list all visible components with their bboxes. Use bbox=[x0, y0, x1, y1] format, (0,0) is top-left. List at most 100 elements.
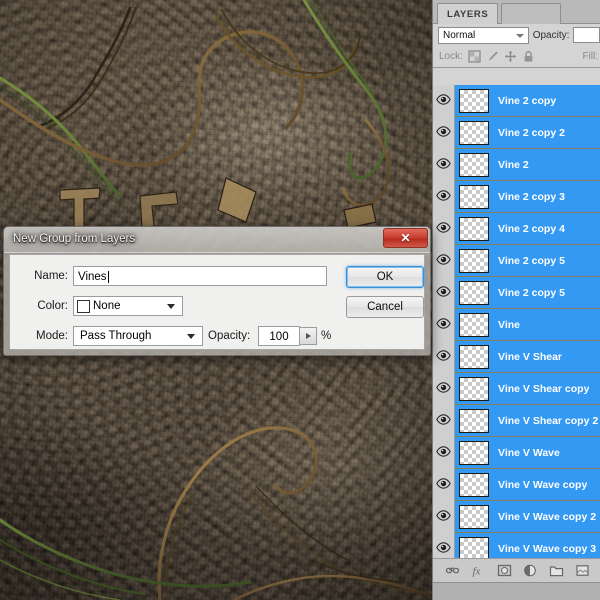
layer-row[interactable]: Vine 2 copy 5 bbox=[433, 276, 600, 309]
layer-row[interactable]: Vine V Shear copy 2 bbox=[433, 404, 600, 437]
layer-thumbnail[interactable] bbox=[459, 120, 489, 145]
layer-thumbnail[interactable] bbox=[459, 440, 489, 465]
dialog-opacity-value: 100 bbox=[269, 331, 289, 343]
eye-icon bbox=[436, 93, 451, 108]
dialog-title-bar[interactable]: New Group from Layers ✕ bbox=[4, 227, 430, 253]
layer-visibility-toggle[interactable] bbox=[433, 276, 455, 309]
layer-visibility-toggle[interactable] bbox=[433, 85, 455, 117]
ok-button[interactable]: OK bbox=[346, 266, 424, 288]
lock-label: Lock: bbox=[439, 51, 463, 62]
add-layer-mask-icon[interactable] bbox=[497, 563, 512, 578]
layer-name: Vine 2 copy bbox=[498, 94, 557, 107]
panel-opacity-input[interactable] bbox=[573, 27, 600, 43]
mode-label: Mode: bbox=[36, 330, 68, 342]
lock-image-pixels-brush-icon[interactable] bbox=[486, 50, 499, 63]
blend-mode-select[interactable]: Normal bbox=[438, 26, 529, 44]
layer-visibility-toggle[interactable] bbox=[433, 308, 455, 341]
blend-mode-value: Normal bbox=[443, 29, 476, 41]
layer-visibility-toggle[interactable] bbox=[433, 436, 455, 469]
layer-thumbnail[interactable] bbox=[459, 280, 489, 305]
layer-visibility-toggle[interactable] bbox=[433, 468, 455, 501]
layers-panel-footer: fx bbox=[433, 558, 600, 582]
panel-tab-bar: LAYERS bbox=[433, 0, 600, 24]
layer-thumbnail[interactable] bbox=[459, 504, 489, 529]
layer-name: Vine V Wave copy 2 bbox=[498, 510, 597, 523]
layer-thumbnail[interactable] bbox=[459, 184, 489, 209]
lock-position-move-icon[interactable] bbox=[504, 50, 517, 63]
layer-thumbnail[interactable] bbox=[459, 536, 489, 558]
layer-thumbnail[interactable] bbox=[459, 408, 489, 433]
layer-visibility-toggle[interactable] bbox=[433, 340, 455, 373]
tab-adjacent-placeholder[interactable] bbox=[501, 3, 562, 24]
layer-row[interactable]: Vine 2 copy 2 bbox=[433, 116, 600, 149]
close-icon[interactable]: ✕ bbox=[383, 228, 428, 248]
layer-row[interactable]: Vine 2 copy 4 bbox=[433, 212, 600, 245]
layer-row[interactable]: Vine 2 copy 3 bbox=[433, 180, 600, 213]
layer-visibility-toggle[interactable] bbox=[433, 148, 455, 181]
color-label: Color: bbox=[37, 300, 68, 312]
dialog-body: Name: Vines Color: None Mode: Pass Throu… bbox=[9, 254, 425, 350]
new-group-from-layers-dialog: New Group from Layers ✕ Name: Vines Colo… bbox=[3, 226, 431, 356]
tab-layers[interactable]: LAYERS bbox=[437, 3, 499, 24]
blend-mode-row: Normal Opacity: bbox=[433, 24, 600, 46]
text-caret bbox=[107, 271, 109, 283]
opacity-stepper-icon[interactable] bbox=[300, 327, 317, 345]
group-mode-value: Pass Through bbox=[80, 330, 152, 342]
layer-visibility-toggle[interactable] bbox=[433, 116, 455, 149]
layer-row[interactable]: Vine V Wave bbox=[433, 436, 600, 469]
eye-icon bbox=[436, 285, 451, 300]
layer-thumbnail[interactable] bbox=[459, 344, 489, 369]
layer-row[interactable]: Vine V Wave copy 2 bbox=[433, 500, 600, 533]
new-adjustment-layer-icon[interactable] bbox=[523, 563, 538, 578]
layer-thumbnail[interactable] bbox=[459, 248, 489, 273]
name-label: Name: bbox=[34, 270, 68, 282]
lock-all-icon[interactable] bbox=[522, 50, 535, 63]
fill-label: Fill: bbox=[582, 51, 598, 62]
layer-styles-fx-icon[interactable]: fx bbox=[471, 563, 486, 578]
lock-transparent-pixels-icon[interactable] bbox=[468, 50, 481, 63]
layer-row[interactable]: Vine 2 bbox=[433, 148, 600, 181]
layer-name: Vine V Wave copy 3 bbox=[498, 542, 597, 555]
layer-visibility-toggle[interactable] bbox=[433, 372, 455, 405]
lock-row: Lock: Fill: bbox=[433, 46, 600, 68]
eye-icon bbox=[436, 349, 451, 364]
group-mode-select[interactable]: Pass Through bbox=[73, 326, 203, 346]
layer-row[interactable]: Vine bbox=[433, 308, 600, 341]
layer-row[interactable]: Vine V Shear copy bbox=[433, 372, 600, 405]
chevron-down-icon bbox=[515, 33, 524, 38]
layer-visibility-toggle[interactable] bbox=[433, 532, 455, 558]
layer-row[interactable]: Vine V Wave copy bbox=[433, 468, 600, 501]
eye-icon bbox=[436, 189, 451, 204]
link-layers-icon[interactable] bbox=[445, 563, 460, 578]
layer-thumbnail[interactable] bbox=[459, 312, 489, 337]
layer-thumbnail[interactable] bbox=[459, 376, 489, 401]
layer-thumbnail[interactable] bbox=[459, 152, 489, 177]
layer-thumbnail[interactable] bbox=[459, 472, 489, 497]
layer-row[interactable]: Vine 2 copy bbox=[433, 85, 600, 117]
layer-name: Vine 2 copy 5 bbox=[498, 254, 565, 267]
layer-visibility-toggle[interactable] bbox=[433, 244, 455, 277]
layer-name: Vine 2 copy 2 bbox=[498, 126, 565, 139]
group-name-input[interactable]: Vines bbox=[73, 266, 327, 286]
layer-visibility-toggle[interactable] bbox=[433, 404, 455, 437]
layer-visibility-toggle[interactable] bbox=[433, 180, 455, 213]
layer-list[interactable]: Vine 2 copy Vine 2 copy 2 Vine 2 Vine 2 cop… bbox=[433, 85, 600, 558]
layer-row[interactable]: Vine 2 copy 5 bbox=[433, 244, 600, 277]
eye-icon bbox=[436, 381, 451, 396]
layer-visibility-toggle[interactable] bbox=[433, 212, 455, 245]
dialog-opacity-label: Opacity: bbox=[208, 330, 251, 342]
layer-visibility-toggle[interactable] bbox=[433, 500, 455, 533]
group-color-select[interactable]: None bbox=[73, 296, 183, 316]
new-layer-icon[interactable] bbox=[575, 563, 590, 578]
group-color-value: None bbox=[93, 300, 121, 312]
cancel-button[interactable]: Cancel bbox=[346, 296, 424, 318]
panel-opacity-label: Opacity: bbox=[532, 29, 570, 41]
layer-row[interactable]: Vine V Shear bbox=[433, 340, 600, 373]
layer-thumbnail[interactable] bbox=[459, 88, 489, 113]
eye-icon bbox=[436, 413, 451, 428]
eye-icon bbox=[436, 317, 451, 332]
layer-row[interactable]: Vine V Wave copy 3 bbox=[433, 532, 600, 558]
layer-thumbnail[interactable] bbox=[459, 216, 489, 241]
dialog-opacity-input[interactable]: 100 bbox=[258, 326, 300, 346]
new-group-icon[interactable] bbox=[549, 563, 564, 578]
